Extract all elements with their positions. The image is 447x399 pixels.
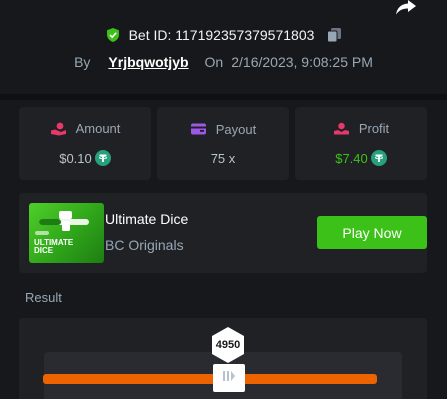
stat-profit-label: Profit: [358, 121, 390, 136]
play-now-button[interactable]: Play Now: [317, 216, 427, 249]
stat-payout-value: 75 x: [210, 150, 236, 166]
result-slider-track: [43, 374, 377, 384]
stat-amount: Amount $0.10: [19, 107, 151, 180]
result-value: 4950: [215, 339, 241, 351]
bet-meta-row: By Yrjbqwotjyb On 2/16/2023, 9:08:25 PM: [0, 52, 447, 72]
tether-coin-icon: [370, 150, 387, 166]
bet-id-row: Bet ID: 117192357379571803: [0, 25, 447, 45]
slider-grip-icon: [222, 369, 236, 387]
result-value-badge: 4950: [209, 326, 247, 364]
stat-profit-value: $7.40: [335, 150, 368, 166]
section-divider: [0, 94, 447, 100]
stat-payout: Payout 75 x: [157, 107, 289, 180]
bet-stats: Amount $0.10 Payout 75 x Profit $7.40: [19, 107, 427, 180]
game-provider: BC Originals: [105, 237, 184, 253]
result-slider-handle[interactable]: [213, 364, 245, 392]
bet-details-panel: Bet ID: 117192357379571803 By Yrjbqwotjy…: [0, 0, 447, 399]
game-thumb-logo: ULTIMATE DICE: [34, 238, 74, 255]
game-title: Ultimate Dice: [105, 211, 189, 227]
stat-amount-label: Amount: [75, 121, 121, 136]
by-label: By: [74, 54, 91, 70]
stat-profit: Profit $7.40: [295, 107, 427, 180]
stat-amount-value: $0.10: [59, 150, 92, 166]
hand-coins-icon: [50, 122, 67, 136]
stat-payout-label: Payout: [215, 121, 257, 137]
copy-icon[interactable]: [326, 27, 342, 43]
game-thumbnail[interactable]: ULTIMATE DICE: [29, 203, 104, 263]
profit-hand-icon: [333, 122, 350, 136]
bet-datetime: 2/16/2023, 9:08:25 PM: [231, 54, 373, 70]
bet-id-text: Bet ID: 117192357379571803: [128, 27, 315, 43]
username-link[interactable]: Yrjbqwotjyb: [108, 54, 188, 70]
game-card: ULTIMATE DICE Ultimate Dice BC Originals…: [19, 193, 427, 273]
wallet-icon: [190, 122, 207, 136]
on-label: On: [204, 54, 224, 70]
share-button[interactable]: [392, 0, 420, 18]
verified-shield-icon: [105, 27, 121, 43]
share-icon: [395, 0, 417, 20]
tether-coin-icon: [94, 150, 111, 166]
result-label: Result: [25, 290, 62, 305]
